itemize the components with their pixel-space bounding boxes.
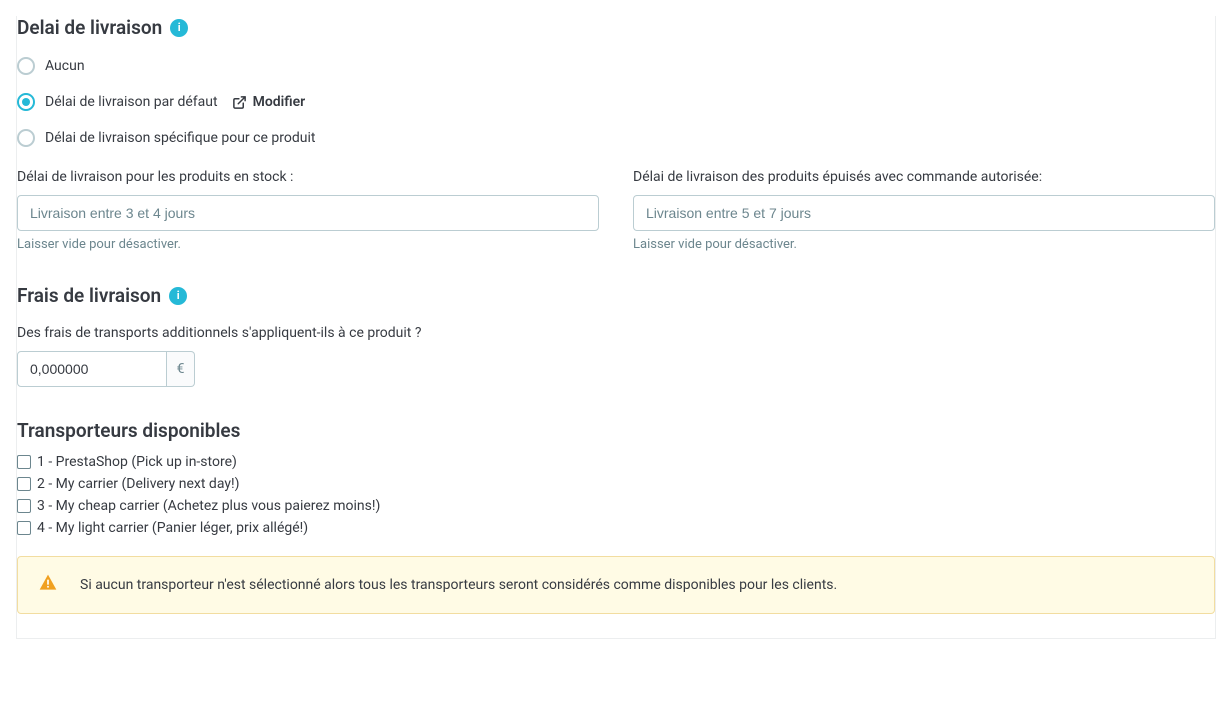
carriers-alert: Si aucun transporteur n'est sélectionné … bbox=[17, 556, 1215, 614]
delivery-time-radio-group: Aucun Délai de livraison par défaut Modi… bbox=[17, 57, 1215, 147]
radio-default-row[interactable]: Délai de livraison par défaut Modifier bbox=[17, 93, 1215, 111]
carrier-checkbox-1[interactable] bbox=[17, 477, 31, 491]
carrier-row-2[interactable]: 3 - My cheap carrier (Achetez plus vous … bbox=[17, 498, 1215, 514]
in-stock-helper: Laisser vide pour désactiver. bbox=[17, 237, 599, 252]
carriers-title: Transporteurs disponibles bbox=[17, 419, 1215, 442]
carriers-section: Transporteurs disponibles 1 - PrestaShop… bbox=[17, 419, 1215, 614]
in-stock-label: Délai de livraison pour les produits en … bbox=[17, 169, 599, 185]
in-stock-col: Délai de livraison pour les produits en … bbox=[17, 169, 599, 252]
carrier-label-1[interactable]: 2 - My carrier (Delivery next day!) bbox=[37, 476, 239, 492]
radio-specific-row[interactable]: Délai de livraison spécifique pour ce pr… bbox=[17, 129, 1215, 147]
carriers-list: 1 - PrestaShop (Pick up in-store) 2 - My… bbox=[17, 454, 1215, 536]
info-icon[interactable]: i bbox=[169, 287, 187, 305]
shipping-fees-input[interactable] bbox=[17, 351, 167, 387]
currency-addon: € bbox=[167, 351, 195, 387]
delivery-time-title-text: Delai de livraison bbox=[17, 16, 162, 39]
carrier-row-3[interactable]: 4 - My light carrier (Panier léger, prix… bbox=[17, 520, 1215, 536]
carrier-checkbox-3[interactable] bbox=[17, 521, 31, 535]
shipping-fees-section: Frais de livraison i Des frais de transp… bbox=[17, 284, 1215, 387]
external-link-icon bbox=[232, 95, 247, 110]
carrier-row-0[interactable]: 1 - PrestaShop (Pick up in-store) bbox=[17, 454, 1215, 470]
info-icon[interactable]: i bbox=[170, 19, 188, 37]
carrier-row-1[interactable]: 2 - My carrier (Delivery next day!) bbox=[17, 476, 1215, 492]
radio-none[interactable] bbox=[17, 57, 35, 75]
out-of-stock-helper: Laisser vide pour désactiver. bbox=[633, 237, 1215, 252]
carrier-checkbox-0[interactable] bbox=[17, 455, 31, 469]
carrier-label-0[interactable]: 1 - PrestaShop (Pick up in-store) bbox=[37, 454, 237, 470]
shipping-fees-title: Frais de livraison i bbox=[17, 284, 1215, 307]
delivery-time-section: Delai de livraison i Aucun Délai de livr… bbox=[17, 16, 1215, 252]
out-of-stock-col: Délai de livraison des produits épuisés … bbox=[633, 169, 1215, 252]
radio-specific[interactable] bbox=[17, 129, 35, 147]
carriers-title-text: Transporteurs disponibles bbox=[17, 419, 240, 442]
warning-icon bbox=[38, 573, 58, 597]
carrier-label-3[interactable]: 4 - My light carrier (Panier léger, prix… bbox=[37, 520, 308, 536]
carrier-label-2[interactable]: 3 - My cheap carrier (Achetez plus vous … bbox=[37, 498, 380, 514]
radio-none-row[interactable]: Aucun bbox=[17, 57, 1215, 75]
in-stock-input[interactable] bbox=[17, 195, 599, 231]
shipping-fees-question: Des frais de transports additionnels s'a… bbox=[17, 325, 1215, 341]
shipping-fees-title-text: Frais de livraison bbox=[17, 284, 161, 307]
out-of-stock-label: Délai de livraison des produits épuisés … bbox=[633, 169, 1215, 185]
delivery-time-title: Delai de livraison i bbox=[17, 16, 1215, 39]
out-of-stock-input[interactable] bbox=[633, 195, 1215, 231]
modify-link[interactable]: Modifier bbox=[232, 94, 306, 110]
radio-default-label[interactable]: Délai de livraison par défaut bbox=[45, 94, 218, 110]
carriers-alert-text: Si aucun transporteur n'est sélectionné … bbox=[80, 577, 837, 593]
shipping-fees-input-group: € bbox=[17, 351, 195, 387]
carrier-checkbox-2[interactable] bbox=[17, 499, 31, 513]
delivery-time-fields: Délai de livraison pour les produits en … bbox=[17, 169, 1215, 252]
radio-none-label[interactable]: Aucun bbox=[45, 58, 85, 74]
radio-specific-label[interactable]: Délai de livraison spécifique pour ce pr… bbox=[45, 130, 315, 146]
radio-default[interactable] bbox=[17, 93, 35, 111]
modify-link-text: Modifier bbox=[253, 94, 306, 110]
